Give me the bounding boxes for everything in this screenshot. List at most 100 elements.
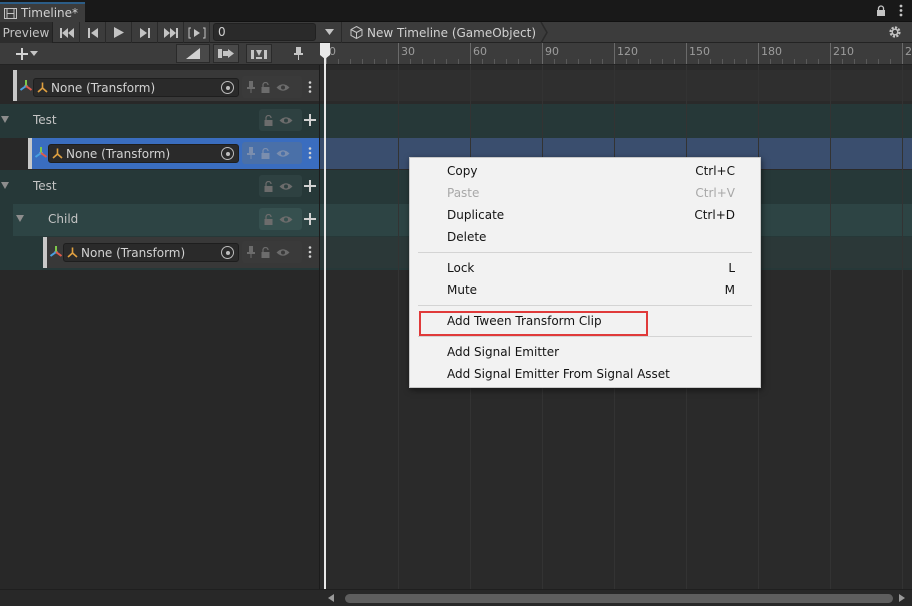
blend-curve-icon [186, 48, 200, 59]
menu-item-duplicate[interactable]: Duplicate Ctrl+D [410, 204, 760, 226]
preview-button[interactable]: Preview [0, 22, 53, 43]
ruler-minor-tick [890, 59, 891, 64]
play-icon [113, 27, 124, 38]
unlock-icon[interactable] [261, 81, 270, 93]
ruler-minor-tick [362, 59, 363, 64]
previous-frame-button[interactable] [80, 22, 106, 43]
track-icons [242, 76, 302, 98]
unlock-icon[interactable] [261, 147, 270, 159]
playhead-line[interactable] [324, 43, 326, 589]
menu-item-copy[interactable]: Copy Ctrl+C [410, 160, 760, 182]
timeline-selector-dropdown[interactable] [322, 24, 336, 40]
track-color-bar [28, 138, 32, 169]
chevron-down-icon [30, 51, 38, 56]
eye-icon[interactable] [276, 248, 290, 257]
add-track-button[interactable] [16, 44, 46, 63]
object-picker-icon[interactable] [221, 147, 234, 160]
replace-icon [251, 49, 267, 59]
track-menu-icon[interactable] [308, 246, 312, 258]
gear-icon[interactable] [888, 25, 902, 39]
goto-end-button[interactable] [158, 22, 184, 43]
unlock-icon[interactable] [264, 180, 273, 192]
track-color-bar [13, 70, 17, 101]
pin-button[interactable] [285, 44, 311, 63]
lock-icon[interactable] [876, 5, 886, 16]
pin-icon[interactable] [247, 246, 255, 258]
ruler-major-tick [614, 43, 615, 64]
scroll-thumb[interactable] [345, 594, 893, 603]
play-button[interactable] [106, 22, 132, 43]
goto-start-button[interactable] [54, 22, 80, 43]
ruler-major-tick [542, 43, 543, 64]
menu-item-lock[interactable]: Lock L [410, 257, 760, 279]
ruler-tick-label: 150 [689, 45, 710, 58]
eye-icon[interactable] [279, 182, 293, 191]
menu-item-add-signal-emitter-from-asset[interactable]: Add Signal Emitter From Signal Asset [410, 363, 760, 385]
ruler-minor-tick [746, 59, 747, 64]
eye-icon[interactable] [276, 83, 290, 92]
kebab-menu-icon[interactable] [899, 4, 903, 17]
track-menu-icon[interactable] [308, 81, 312, 93]
horizontal-scrollbar[interactable] [0, 589, 912, 606]
ruler-minor-tick [434, 59, 435, 64]
track-binding-field[interactable]: None (Transform) [33, 78, 239, 97]
subgroup-icons [259, 208, 302, 230]
ruler-minor-tick [710, 59, 711, 64]
track-binding-field[interactable]: None (Transform) [63, 243, 239, 262]
ruler-tick-label: 24 [905, 45, 912, 58]
playhead-handle-icon[interactable] [320, 43, 330, 59]
ripple-mode-button[interactable] [213, 44, 239, 63]
group-icons [259, 109, 302, 131]
fold-arrow-icon[interactable] [16, 215, 24, 222]
add-to-group-icon[interactable] [304, 114, 316, 126]
object-picker-icon[interactable] [221, 246, 234, 259]
group-label: Test [33, 179, 57, 193]
unlock-icon[interactable] [264, 213, 273, 225]
highlight-annotation-box [419, 311, 648, 336]
ruler-minor-tick [410, 59, 411, 64]
menu-item-mute[interactable]: Mute M [410, 279, 760, 301]
ruler-minor-tick [518, 59, 519, 64]
timeline-tab[interactable]: Timeline* [0, 2, 85, 22]
time-ruler[interactable]: 0 30 60 90 120 150 180 210 24 [320, 43, 912, 65]
scroll-left-icon[interactable] [328, 594, 334, 602]
ruler-tick-label: 60 [473, 45, 487, 58]
replace-mode-button[interactable] [246, 44, 272, 63]
pin-icon[interactable] [247, 81, 255, 93]
track-menu-icon[interactable] [308, 147, 312, 159]
binding-label: None (Transform) [81, 245, 186, 260]
track-binding-field[interactable]: None (Transform) [48, 144, 239, 163]
fold-arrow-icon[interactable] [1, 116, 9, 123]
next-frame-button[interactable] [132, 22, 158, 43]
add-to-group-icon[interactable] [304, 180, 316, 192]
menu-separator [418, 336, 752, 337]
current-frame-input[interactable]: 0 [213, 23, 316, 41]
group-label: Test [33, 113, 57, 127]
add-to-subgroup-icon[interactable] [304, 213, 316, 225]
group-row-1[interactable] [0, 104, 912, 138]
unlock-icon[interactable] [264, 114, 273, 126]
header-divider[interactable] [319, 65, 320, 589]
eye-icon[interactable] [276, 149, 290, 158]
ruler-minor-tick [698, 59, 699, 64]
ruler-minor-tick [674, 59, 675, 64]
unlock-icon[interactable] [261, 246, 270, 258]
fold-arrow-icon[interactable] [1, 182, 9, 189]
breadcrumb[interactable]: New Timeline (GameObject) [350, 22, 548, 43]
play-range-button[interactable] [184, 22, 210, 43]
scroll-right-icon[interactable] [899, 594, 905, 602]
menu-item-add-signal-emitter[interactable]: Add Signal Emitter [410, 341, 760, 363]
ease-mix-button[interactable] [176, 44, 210, 63]
ruler-minor-tick [506, 59, 507, 64]
eye-icon[interactable] [279, 116, 293, 125]
ruler-minor-tick [854, 59, 855, 64]
transform-icon [52, 148, 63, 159]
menu-item-delete[interactable]: Delete [410, 226, 760, 248]
object-picker-icon[interactable] [221, 81, 234, 94]
ruler-minor-tick [866, 59, 867, 64]
eye-icon[interactable] [279, 215, 293, 224]
pin-icon[interactable] [247, 147, 255, 159]
context-menu: Copy Ctrl+C Paste Ctrl+V Duplicate Ctrl+… [409, 157, 761, 388]
ruler-major-tick [902, 43, 903, 64]
ruler-minor-tick [494, 59, 495, 64]
